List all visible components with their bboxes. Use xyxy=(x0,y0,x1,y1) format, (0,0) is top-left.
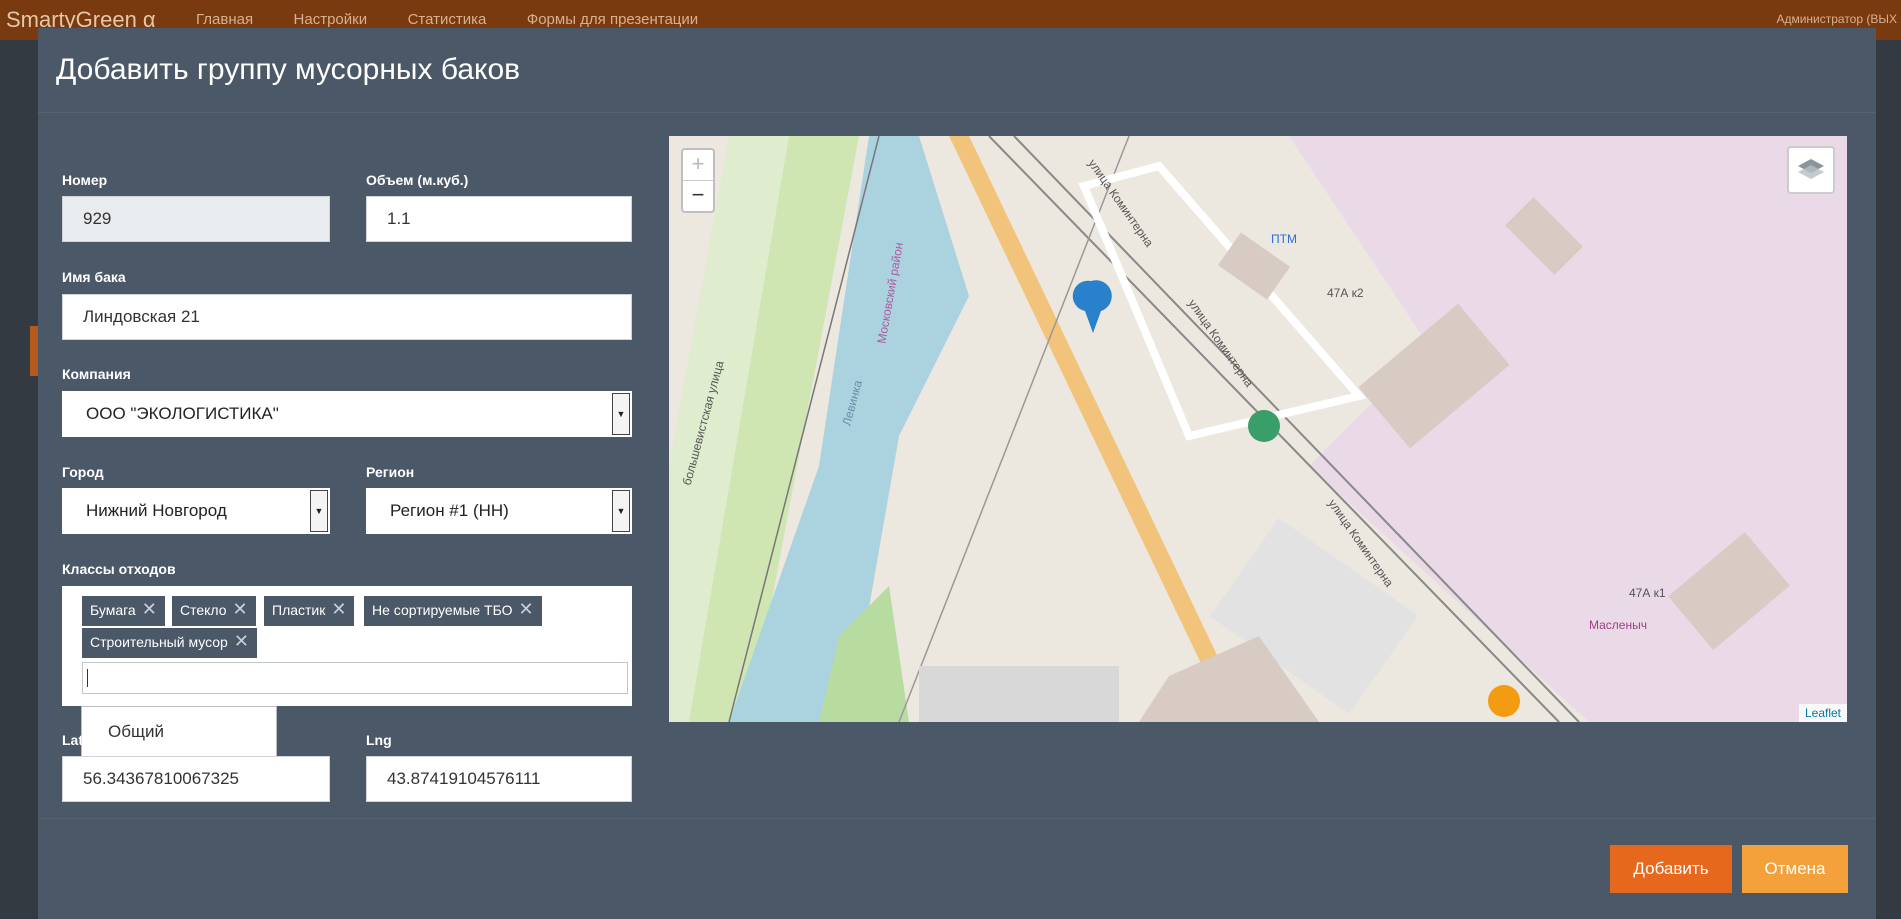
chevron-down-icon[interactable]: ▼ xyxy=(310,490,328,532)
close-icon[interactable]: ✕ xyxy=(519,599,534,619)
add-bin-group-modal: Добавить группу мусорных баков Номер 929… xyxy=(38,28,1876,919)
lat-field[interactable]: 56.34367810067325 xyxy=(62,756,330,802)
number-label: Номер xyxy=(62,172,108,188)
map-label-building: 47А к1 xyxy=(1629,586,1666,600)
tag-label: Пластик xyxy=(272,602,326,618)
nav-home[interactable]: Главная xyxy=(196,11,253,28)
cancel-button[interactable]: Отмена xyxy=(1742,845,1848,893)
waste-classes-multiselect[interactable]: Бумага ✕ Стекло ✕ Пластик ✕ Не сортируемые … xyxy=(62,586,632,706)
user-menu[interactable]: Администратор (ВЫХ xyxy=(1776,12,1897,26)
city-select-value: Нижний Новгород xyxy=(86,501,227,520)
close-icon[interactable]: ✕ xyxy=(142,599,157,619)
volume-label: Объем (м.куб.) xyxy=(366,172,469,188)
modal-footer: Добавить Отмена xyxy=(38,818,1876,919)
chevron-down-icon[interactable]: ▼ xyxy=(612,490,630,532)
modal-header: Добавить группу мусорных баков xyxy=(38,28,1876,113)
bin-name-field[interactable]: Линдовская 21 xyxy=(62,294,632,340)
nav-presentation-forms[interactable]: Формы для презентации xyxy=(527,11,698,28)
close-icon[interactable]: ✕ xyxy=(331,599,346,619)
tag-label: Стекло xyxy=(180,602,227,618)
tag-label: Бумага xyxy=(90,602,136,618)
chevron-down-icon[interactable]: ▼ xyxy=(612,393,630,435)
tag-paper: Бумага ✕ xyxy=(82,596,165,626)
waste-dropdown-option[interactable]: Общий xyxy=(81,706,277,758)
bin-name-label: Имя бака xyxy=(62,269,126,285)
tag-label: Строительный мусор xyxy=(90,634,228,650)
map-attribution[interactable]: Leaflet xyxy=(1798,704,1847,722)
tag-construction: Строительный мусор ✕ xyxy=(82,628,257,658)
company-label: Компания xyxy=(62,366,131,382)
text-caret xyxy=(87,669,88,687)
location-map[interactable]: улица Коминтерна улица Коминтерна улица … xyxy=(669,136,1847,722)
volume-field[interactable]: 1.1 xyxy=(366,196,632,242)
city-select[interactable]: Нижний Новгород ▼ xyxy=(62,488,330,534)
map-label-building: 47А к2 xyxy=(1327,286,1364,300)
layers-icon[interactable] xyxy=(1787,146,1835,194)
nav-settings[interactable]: Настройки xyxy=(294,11,368,28)
region-label: Регион xyxy=(366,464,415,480)
city-label: Город xyxy=(62,464,104,480)
lat-label: Lat xyxy=(62,732,83,748)
waste-classes-label: Классы отходов xyxy=(62,561,176,577)
region-select[interactable]: Регион #1 (НН) ▼ xyxy=(366,488,632,534)
zoom-in-button[interactable]: + xyxy=(683,150,713,181)
close-icon[interactable]: ✕ xyxy=(234,631,249,651)
waste-search-input[interactable] xyxy=(82,662,628,694)
zoom-out-button[interactable]: − xyxy=(683,181,713,211)
tag-plastic: Пластик ✕ xyxy=(264,596,355,626)
main-nav: Главная Настройки Статистика Формы для п… xyxy=(196,11,734,29)
tag-label: Не сортируемые ТБО xyxy=(372,602,513,618)
map-label-shop: Масленыч xyxy=(1589,618,1647,632)
map-label-poi: ПТМ xyxy=(1271,232,1297,246)
tag-unsorted: Не сортируемые ТБО ✕ xyxy=(364,596,542,626)
company-select-value: ООО "ЭКОЛОГИСТИКА" xyxy=(86,404,279,423)
modal-title: Добавить группу мусорных баков xyxy=(56,53,521,86)
layers-icon-graphic xyxy=(1798,159,1824,179)
company-select[interactable]: ООО "ЭКОЛОГИСТИКА" ▼ xyxy=(62,391,632,437)
tag-glass: Стекло ✕ xyxy=(172,596,256,626)
lng-label: Lng xyxy=(366,732,392,748)
zoom-control: + − xyxy=(681,148,715,213)
close-icon[interactable]: ✕ xyxy=(233,599,248,619)
lng-field[interactable]: 43.87419104576111 xyxy=(366,756,632,802)
add-button[interactable]: Добавить xyxy=(1610,845,1732,893)
region-select-value: Регион #1 (НН) xyxy=(390,501,509,520)
number-field[interactable]: 929 xyxy=(62,196,330,242)
nav-statistics[interactable]: Статистика xyxy=(408,11,487,28)
map-tiles xyxy=(669,136,1847,722)
